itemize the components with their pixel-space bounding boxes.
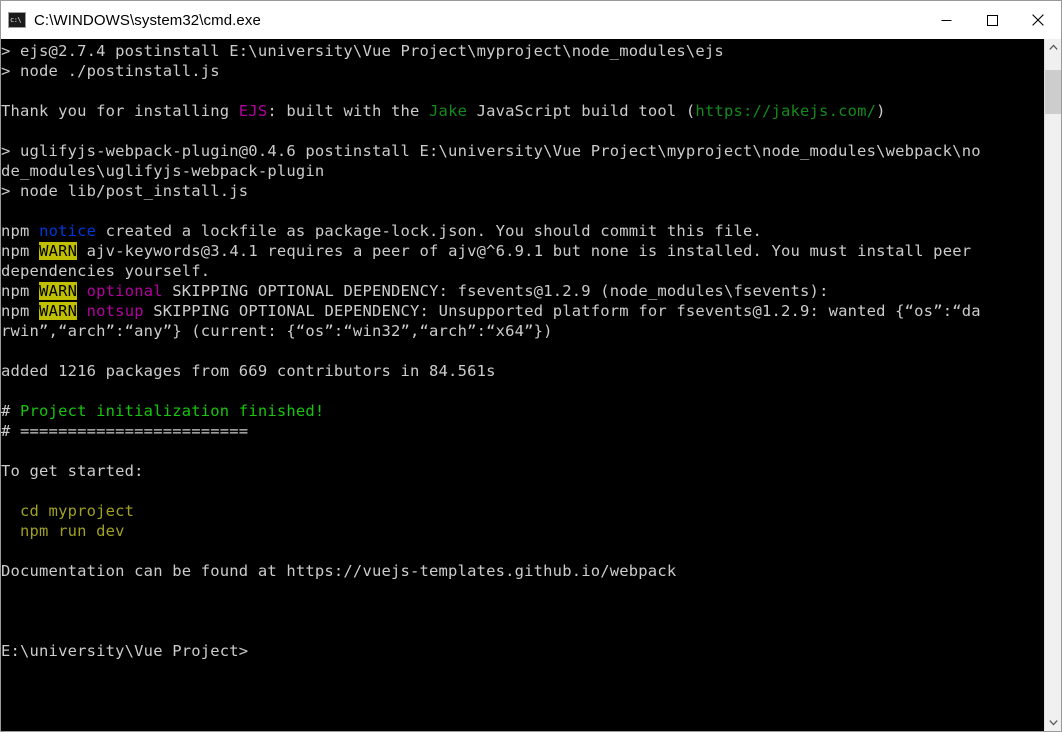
console-text-span: Jake bbox=[429, 102, 468, 120]
console-text-span bbox=[77, 302, 87, 320]
console-text-span: > uglifyjs-webpack-plugin@0.4.6 postinst… bbox=[1, 142, 981, 160]
minimize-button[interactable] bbox=[923, 1, 969, 39]
vertical-scrollbar[interactable] bbox=[1044, 39, 1061, 731]
console-text-span: optional bbox=[86, 282, 163, 300]
console-text-span: > node ./postinstall.js bbox=[1, 62, 220, 80]
console-text-span: Documentation can be found at https://vu… bbox=[1, 562, 677, 580]
console-line: # ======================== bbox=[1, 421, 981, 441]
console-text-span: Thank you for installing bbox=[1, 102, 239, 120]
console-line: rwin”,“arch”:“any”} (current: {“os”:“win… bbox=[1, 321, 981, 341]
console-text-span: de_modules\uglifyjs-webpack-plugin bbox=[1, 162, 325, 180]
console-text-span: Project initialization finished! bbox=[20, 402, 325, 420]
cmd-icon bbox=[8, 12, 26, 28]
console-text-span: npm bbox=[1, 242, 40, 260]
console-line: npm notice created a lockfile as package… bbox=[1, 221, 981, 241]
console-text-span: > node lib/post_install.js bbox=[1, 182, 249, 200]
console-text-span: created a lockfile as package-lock.json.… bbox=[96, 222, 762, 240]
console-line: E:\university\Vue Project> bbox=[1, 641, 981, 661]
console-line: > uglifyjs-webpack-plugin@0.4.6 postinst… bbox=[1, 141, 981, 161]
scrollbar-track[interactable] bbox=[1045, 56, 1061, 714]
console-line: npm WARN notsup SKIPPING OPTIONAL DEPEND… bbox=[1, 301, 981, 321]
chevron-down-icon[interactable] bbox=[1045, 714, 1061, 731]
console-text-span: SKIPPING OPTIONAL DEPENDENCY: fsevents@1… bbox=[162, 282, 829, 300]
console-output-area[interactable]: > ejs@2.7.4 postinstall E:\university\Vu… bbox=[1, 39, 1044, 731]
console-text-span: # bbox=[1, 402, 21, 420]
console-line: cd myproject bbox=[1, 501, 981, 521]
console-line: # Project initialization finished! bbox=[1, 401, 981, 421]
console-line: > node ./postinstall.js bbox=[1, 61, 981, 81]
chevron-up-icon[interactable] bbox=[1045, 39, 1061, 56]
console-text-span: JavaScript build tool ( bbox=[467, 102, 696, 120]
console-line: To get started: bbox=[1, 461, 981, 481]
console-text-span: notice bbox=[39, 222, 97, 240]
title-bar[interactable]: C:\WINDOWS\system32\cmd.exe bbox=[1, 1, 1061, 40]
console-text-span: npm bbox=[1, 222, 40, 240]
window-controls bbox=[923, 1, 1061, 39]
console-text: > ejs@2.7.4 postinstall E:\university\Vu… bbox=[1, 41, 981, 661]
window-title: C:\WINDOWS\system32\cmd.exe bbox=[34, 11, 261, 29]
console-text-span: E:\university\Vue Project> bbox=[1, 642, 249, 660]
console-line: > ejs@2.7.4 postinstall E:\university\Vu… bbox=[1, 41, 981, 61]
scrollbar-thumb[interactable] bbox=[1045, 70, 1061, 114]
console-line: npm WARN optional SKIPPING OPTIONAL DEPE… bbox=[1, 281, 981, 301]
console-text-span: npm bbox=[1, 282, 40, 300]
console-line: Documentation can be found at https://vu… bbox=[1, 561, 981, 581]
close-button[interactable] bbox=[1015, 1, 1061, 39]
console-text-span: EJS bbox=[238, 102, 268, 120]
console-line: added 1216 packages from 669 contributor… bbox=[1, 361, 981, 381]
console-text-span: npm bbox=[1, 302, 40, 320]
console-text-span: ajv-keywords@3.4.1 requires a peer of aj… bbox=[77, 242, 972, 260]
console-line: Thank you for installing EJS: built with… bbox=[1, 101, 981, 121]
console-text-span: npm run dev bbox=[1, 522, 125, 540]
console-text-span bbox=[77, 282, 87, 300]
console-text-span: rwin”,“arch”:“any”} (current: {“os”:“win… bbox=[1, 322, 553, 340]
console-text-span: WARN bbox=[39, 302, 78, 320]
console-text-span: ) bbox=[876, 102, 886, 120]
console-line: de_modules\uglifyjs-webpack-plugin bbox=[1, 161, 981, 181]
console-line: dependencies yourself. bbox=[1, 261, 981, 281]
console-text-span: notsup bbox=[86, 302, 144, 320]
console-text-span: # ======================== bbox=[1, 422, 249, 440]
console-text-span: To get started: bbox=[1, 462, 144, 480]
console-text-span: SKIPPING OPTIONAL DEPENDENCY: Unsupporte… bbox=[143, 302, 981, 320]
console-line: npm run dev bbox=[1, 521, 981, 541]
console-line: > node lib/post_install.js bbox=[1, 181, 981, 201]
console-text-span: https://jakejs.com/ bbox=[695, 102, 877, 120]
console-text-span: WARN bbox=[39, 242, 78, 260]
console-text-span: > ejs@2.7.4 postinstall E:\university\Vu… bbox=[1, 42, 724, 60]
console-text-span: cd myproject bbox=[1, 502, 135, 520]
console-text-span: dependencies yourself. bbox=[1, 262, 211, 280]
maximize-button[interactable] bbox=[969, 1, 1015, 39]
console-text-span: WARN bbox=[39, 282, 78, 300]
console-text-span: : built with the bbox=[267, 102, 430, 120]
console-text-span: added 1216 packages from 669 contributor… bbox=[1, 362, 496, 380]
console-line: npm WARN ajv-keywords@3.4.1 requires a p… bbox=[1, 241, 981, 261]
cmd-window: C:\WINDOWS\system32\cmd.exe > ejs@2. bbox=[0, 0, 1062, 732]
